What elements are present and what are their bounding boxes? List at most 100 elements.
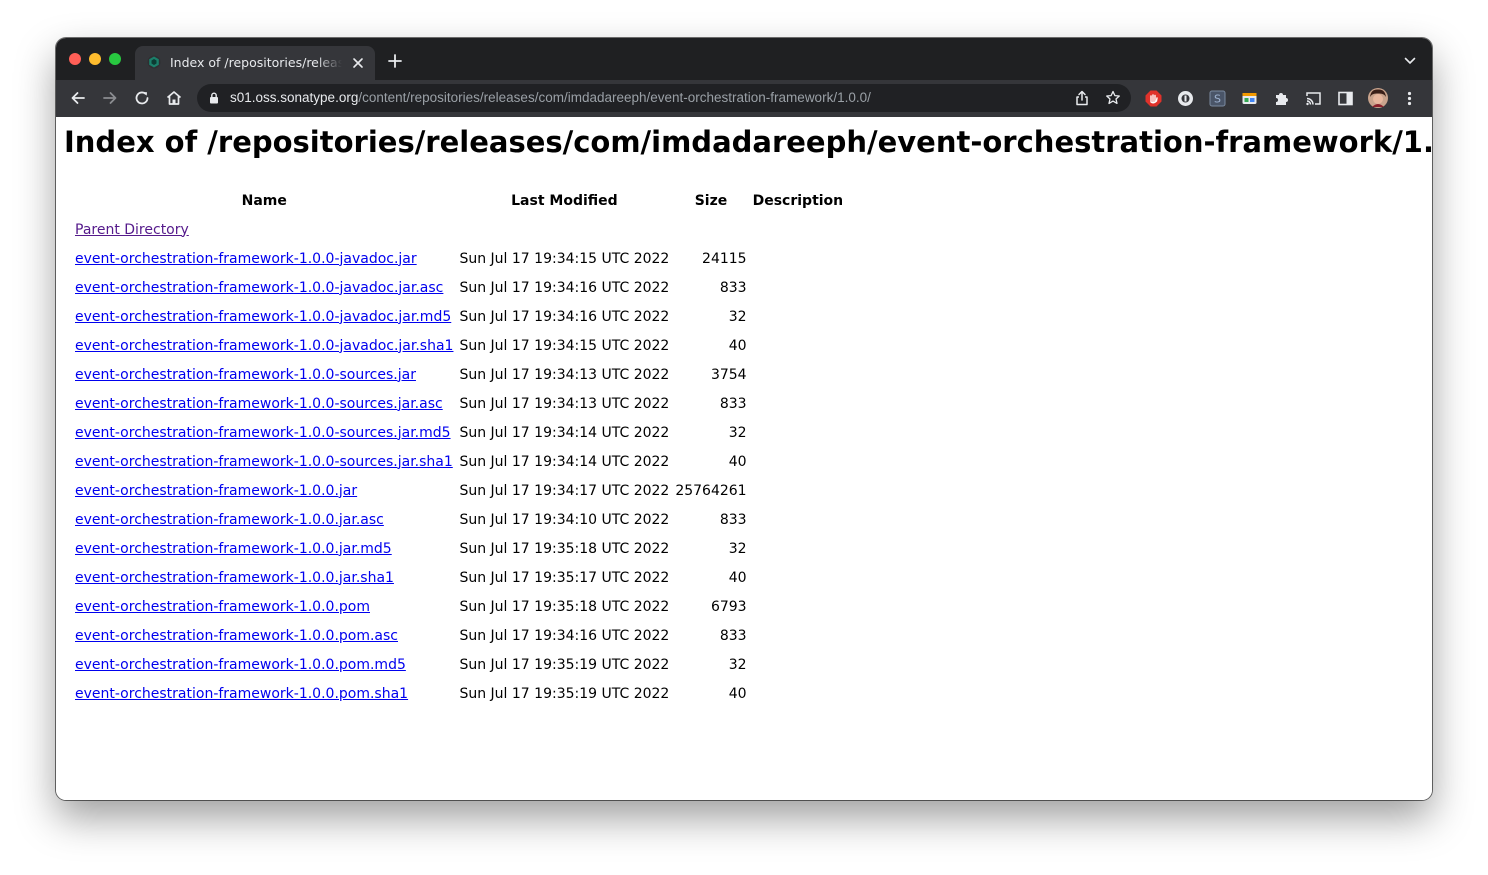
- file-description: [750, 389, 847, 418]
- parent-directory-link[interactable]: Parent Directory: [75, 222, 189, 238]
- file-description: [750, 505, 847, 534]
- file-size: 833: [719, 511, 747, 528]
- file-link[interactable]: event-orchestration-framework-1.0.0-java…: [75, 309, 451, 325]
- file-size: 833: [719, 395, 747, 412]
- file-link[interactable]: event-orchestration-framework-1.0.0.pom.…: [75, 657, 406, 673]
- file-description: [750, 476, 847, 505]
- reload-icon[interactable]: [133, 89, 151, 107]
- file-link[interactable]: event-orchestration-framework-1.0.0-sour…: [75, 425, 451, 441]
- file-link[interactable]: event-orchestration-framework-1.0.0.pom.…: [75, 628, 398, 644]
- puzzle-extensions-icon[interactable]: [1273, 90, 1290, 107]
- file-size: 40: [728, 337, 747, 354]
- file-last-modified: Sun Jul 17 19:35:18 UTC 2022: [459, 598, 670, 615]
- profile-avatar[interactable]: [1368, 88, 1388, 108]
- extension-s-icon[interactable]: S: [1209, 90, 1226, 107]
- file-row: event-orchestration-framework-1.0.0-sour…: [72, 447, 846, 476]
- close-tab-icon[interactable]: [351, 56, 365, 70]
- file-description: [750, 534, 847, 563]
- file-row: event-orchestration-framework-1.0.0-java…: [72, 302, 846, 331]
- file-link[interactable]: event-orchestration-framework-1.0.0-java…: [75, 280, 443, 296]
- file-last-modified: Sun Jul 17 19:34:15 UTC 2022: [459, 337, 670, 354]
- file-size: 3754: [710, 366, 747, 383]
- table-header-row: Name Last Modified Size Description: [72, 186, 846, 215]
- file-link[interactable]: event-orchestration-framework-1.0.0-sour…: [75, 454, 453, 470]
- file-link[interactable]: event-orchestration-framework-1.0.0-sour…: [75, 367, 416, 383]
- file-row: event-orchestration-framework-1.0.0.jar.…: [72, 505, 846, 534]
- file-row: event-orchestration-framework-1.0.0.pom.…: [72, 679, 846, 708]
- side-panel-icon[interactable]: [1337, 90, 1354, 107]
- address-bar[interactable]: s01.oss.sonatype.org/content/repositorie…: [197, 84, 1131, 112]
- parent-directory-row: Parent Directory: [72, 215, 846, 244]
- file-link[interactable]: event-orchestration-framework-1.0.0.jar.…: [75, 570, 394, 586]
- column-header-size: Size: [694, 192, 728, 209]
- minimize-window-button[interactable]: [89, 53, 101, 65]
- new-tab-icon[interactable]: [388, 54, 402, 68]
- url-path: /content/repositories/releases/com/imdad…: [358, 90, 871, 105]
- url-host: s01.oss.sonatype.org: [230, 90, 359, 105]
- file-link[interactable]: event-orchestration-framework-1.0.0.jar: [75, 483, 357, 499]
- file-row: event-orchestration-framework-1.0.0-java…: [72, 273, 846, 302]
- forward-icon[interactable]: [101, 89, 119, 107]
- file-size: 32: [728, 656, 747, 673]
- file-link[interactable]: event-orchestration-framework-1.0.0-java…: [75, 338, 453, 354]
- file-description: [750, 244, 847, 273]
- file-last-modified: Sun Jul 17 19:34:17 UTC 2022: [459, 482, 670, 499]
- file-description: [750, 563, 847, 592]
- extension-window-icon[interactable]: [1241, 90, 1258, 107]
- adblock-extension-icon[interactable]: [1145, 90, 1162, 107]
- file-description: [750, 273, 847, 302]
- svg-text:S: S: [1214, 93, 1221, 106]
- file-link[interactable]: event-orchestration-framework-1.0.0.jar.…: [75, 512, 384, 528]
- file-last-modified: Sun Jul 17 19:34:13 UTC 2022: [459, 395, 670, 412]
- tab-title: Index of /repositories/releases/com/imda…: [170, 55, 342, 70]
- file-link[interactable]: event-orchestration-framework-1.0.0.pom.…: [75, 686, 408, 702]
- file-link[interactable]: event-orchestration-framework-1.0.0-java…: [75, 251, 417, 267]
- file-last-modified: Sun Jul 17 19:34:16 UTC 2022: [459, 279, 670, 296]
- close-window-button[interactable]: [69, 53, 81, 65]
- file-row: event-orchestration-framework-1.0.0.jar S…: [72, 476, 846, 505]
- file-description: [750, 679, 847, 708]
- file-size: 6793: [710, 598, 747, 615]
- browser-toolbar: s01.oss.sonatype.org/content/repositorie…: [56, 80, 1432, 117]
- file-last-modified: Sun Jul 17 19:34:13 UTC 2022: [459, 366, 670, 383]
- file-size: 32: [728, 540, 747, 557]
- file-size: 833: [719, 279, 747, 296]
- file-row: event-orchestration-framework-1.0.0-java…: [72, 331, 846, 360]
- file-row: event-orchestration-framework-1.0.0.pom.…: [72, 650, 846, 679]
- file-size: 32: [728, 308, 747, 325]
- back-icon[interactable]: [69, 89, 87, 107]
- bookmark-star-icon[interactable]: [1105, 90, 1121, 106]
- file-link[interactable]: event-orchestration-framework-1.0.0.jar.…: [75, 541, 392, 557]
- zoom-window-button[interactable]: [109, 53, 121, 65]
- file-description: [750, 418, 847, 447]
- lock-icon[interactable]: [209, 92, 219, 104]
- file-row: event-orchestration-framework-1.0.0.jar.…: [72, 534, 846, 563]
- file-description: [750, 650, 847, 679]
- file-row: event-orchestration-framework-1.0.0-java…: [72, 244, 846, 273]
- file-size: 40: [728, 569, 747, 586]
- tab-strip: Index of /repositories/releases/com/imda…: [56, 38, 1432, 80]
- file-last-modified: Sun Jul 17 19:34:14 UTC 2022: [459, 424, 670, 441]
- tab-active[interactable]: Index of /repositories/releases/com/imda…: [135, 46, 375, 80]
- file-size: 833: [719, 627, 747, 644]
- chevron-down-icon[interactable]: [1404, 56, 1416, 66]
- url-text[interactable]: s01.oss.sonatype.org/content/repositorie…: [230, 90, 871, 105]
- page-title: Index of /repositories/releases/com/imda…: [64, 125, 1432, 159]
- cast-icon[interactable]: [1305, 90, 1322, 107]
- file-size: 25764261: [675, 482, 747, 499]
- home-icon[interactable]: [165, 89, 183, 107]
- file-link[interactable]: event-orchestration-framework-1.0.0-sour…: [75, 396, 443, 412]
- file-last-modified: Sun Jul 17 19:34:14 UTC 2022: [459, 453, 670, 470]
- sonatype-favicon-icon: [147, 55, 161, 69]
- file-description: [750, 360, 847, 389]
- file-description: [750, 621, 847, 650]
- file-last-modified: Sun Jul 17 19:34:16 UTC 2022: [459, 627, 670, 644]
- extension-circle-icon[interactable]: [1177, 90, 1194, 107]
- file-link[interactable]: event-orchestration-framework-1.0.0.pom: [75, 599, 370, 615]
- file-size: 40: [728, 453, 747, 470]
- share-icon[interactable]: [1074, 90, 1090, 106]
- file-last-modified: Sun Jul 17 19:34:15 UTC 2022: [459, 250, 670, 267]
- file-row: event-orchestration-framework-1.0.0.jar.…: [72, 563, 846, 592]
- column-header-last-modified: Last Modified: [511, 192, 618, 209]
- menu-kebab-icon[interactable]: [1401, 90, 1418, 107]
